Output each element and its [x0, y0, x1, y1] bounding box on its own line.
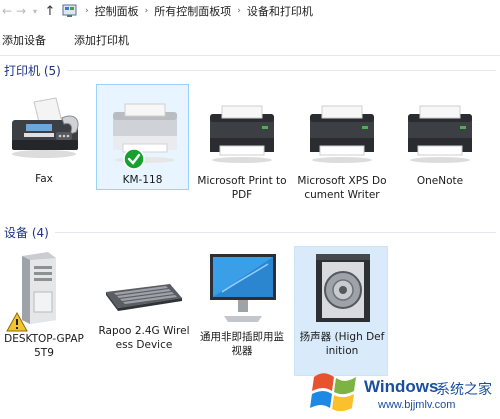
- device-item-label: 通用非即插即用监视器: [200, 331, 284, 357]
- device-item-label: DESKTOP-GPAP5T9: [4, 333, 84, 359]
- breadcrumb-separator-icon: ›: [237, 6, 241, 16]
- recent-locations-chevron-icon[interactable]: ▾: [28, 0, 42, 22]
- address-bar: ← → ▾ ↑ › 控制面板 › 所有控制面板项 › 设备和打印机: [0, 0, 500, 22]
- device-item-label: Rapoo 2.4G Wireless Device: [98, 325, 190, 351]
- printer-item-onenote[interactable]: OneNote: [396, 104, 484, 188]
- printer-icon: [210, 105, 274, 163]
- device-item-desktop[interactable]: DESKTOP-GPAP5T9: [0, 252, 88, 360]
- breadcrumb-separator-icon: ›: [85, 6, 89, 16]
- device-item-monitor[interactable]: 通用非即插即用监视器: [196, 252, 288, 358]
- warning-icon: [6, 312, 28, 332]
- up-arrow-icon[interactable]: ↑: [42, 0, 58, 22]
- watermark-url: www.bjjmlv.com: [378, 399, 456, 411]
- printer-icon: [408, 105, 472, 163]
- device-item-speaker[interactable]: 扬声器 (High Definition: [296, 252, 388, 358]
- fax-machine-icon: [12, 97, 79, 158]
- windows-watermark: Windows 系统之家 www.bjjmlv.com: [306, 365, 500, 419]
- printer-item-label: Microsoft Print to PDF: [197, 175, 287, 201]
- printer-item-label: Fax: [35, 173, 53, 185]
- printer-item-microsoft-xps-document-writer[interactable]: Microsoft XPS Document Writer: [296, 104, 388, 202]
- device-item-rapoo-wireless[interactable]: Rapoo 2.4G Wireless Device: [98, 280, 190, 352]
- printer-item-label: Microsoft XPS Document Writer: [297, 175, 387, 201]
- device-item-label: 扬声器 (High Definition: [299, 331, 385, 357]
- breadcrumb-devices-printers[interactable]: 设备和打印机: [245, 3, 315, 19]
- control-panel-icon: [62, 4, 77, 17]
- forward-arrow-icon[interactable]: →: [14, 0, 28, 22]
- speaker-icon: [316, 254, 370, 322]
- breadcrumb: › 控制面板 › 所有控制面板项 › 设备和打印机: [58, 0, 315, 22]
- printer-icon-wrapper: [103, 98, 183, 170]
- computer-icon-wrapper: [4, 252, 84, 332]
- watermark-cn: 系统之家: [436, 382, 492, 398]
- printer-item-label: KM-118: [122, 174, 163, 186]
- command-bar: 添加设备 添加打印机: [0, 28, 143, 52]
- command-bar-divider: [0, 55, 500, 56]
- watermark-brand: Windows: [364, 377, 439, 396]
- add-printer-button[interactable]: 添加打印机: [60, 32, 143, 48]
- default-printer-check-icon: [122, 148, 145, 170]
- devices-group-title: 设备 (4): [4, 226, 49, 240]
- monitor-icon: [210, 254, 276, 322]
- group-divider: [66, 70, 496, 71]
- keyboard-icon: [106, 284, 182, 311]
- devices-group-header[interactable]: 设备 (4): [4, 224, 496, 241]
- printer-item-fax[interactable]: Fax: [0, 92, 88, 186]
- breadcrumb-separator-icon: ›: [144, 6, 149, 16]
- back-arrow-icon[interactable]: ←: [0, 0, 14, 22]
- add-device-button[interactable]: 添加设备: [0, 32, 60, 48]
- printers-group-header[interactable]: 打印机 (5): [4, 62, 496, 79]
- printer-item-microsoft-print-to-pdf[interactable]: Microsoft Print to PDF: [196, 104, 288, 202]
- printer-icon: [310, 105, 374, 163]
- printers-group-title: 打印机 (5): [4, 64, 61, 78]
- printer-item-km-118[interactable]: KM-118: [96, 98, 189, 187]
- breadcrumb-control-panel[interactable]: 控制面板: [93, 3, 141, 19]
- breadcrumb-all-items[interactable]: 所有控制面板项: [152, 3, 233, 19]
- windows-logo-icon: [310, 373, 356, 412]
- group-divider: [54, 232, 496, 233]
- printer-item-label: OneNote: [416, 175, 464, 187]
